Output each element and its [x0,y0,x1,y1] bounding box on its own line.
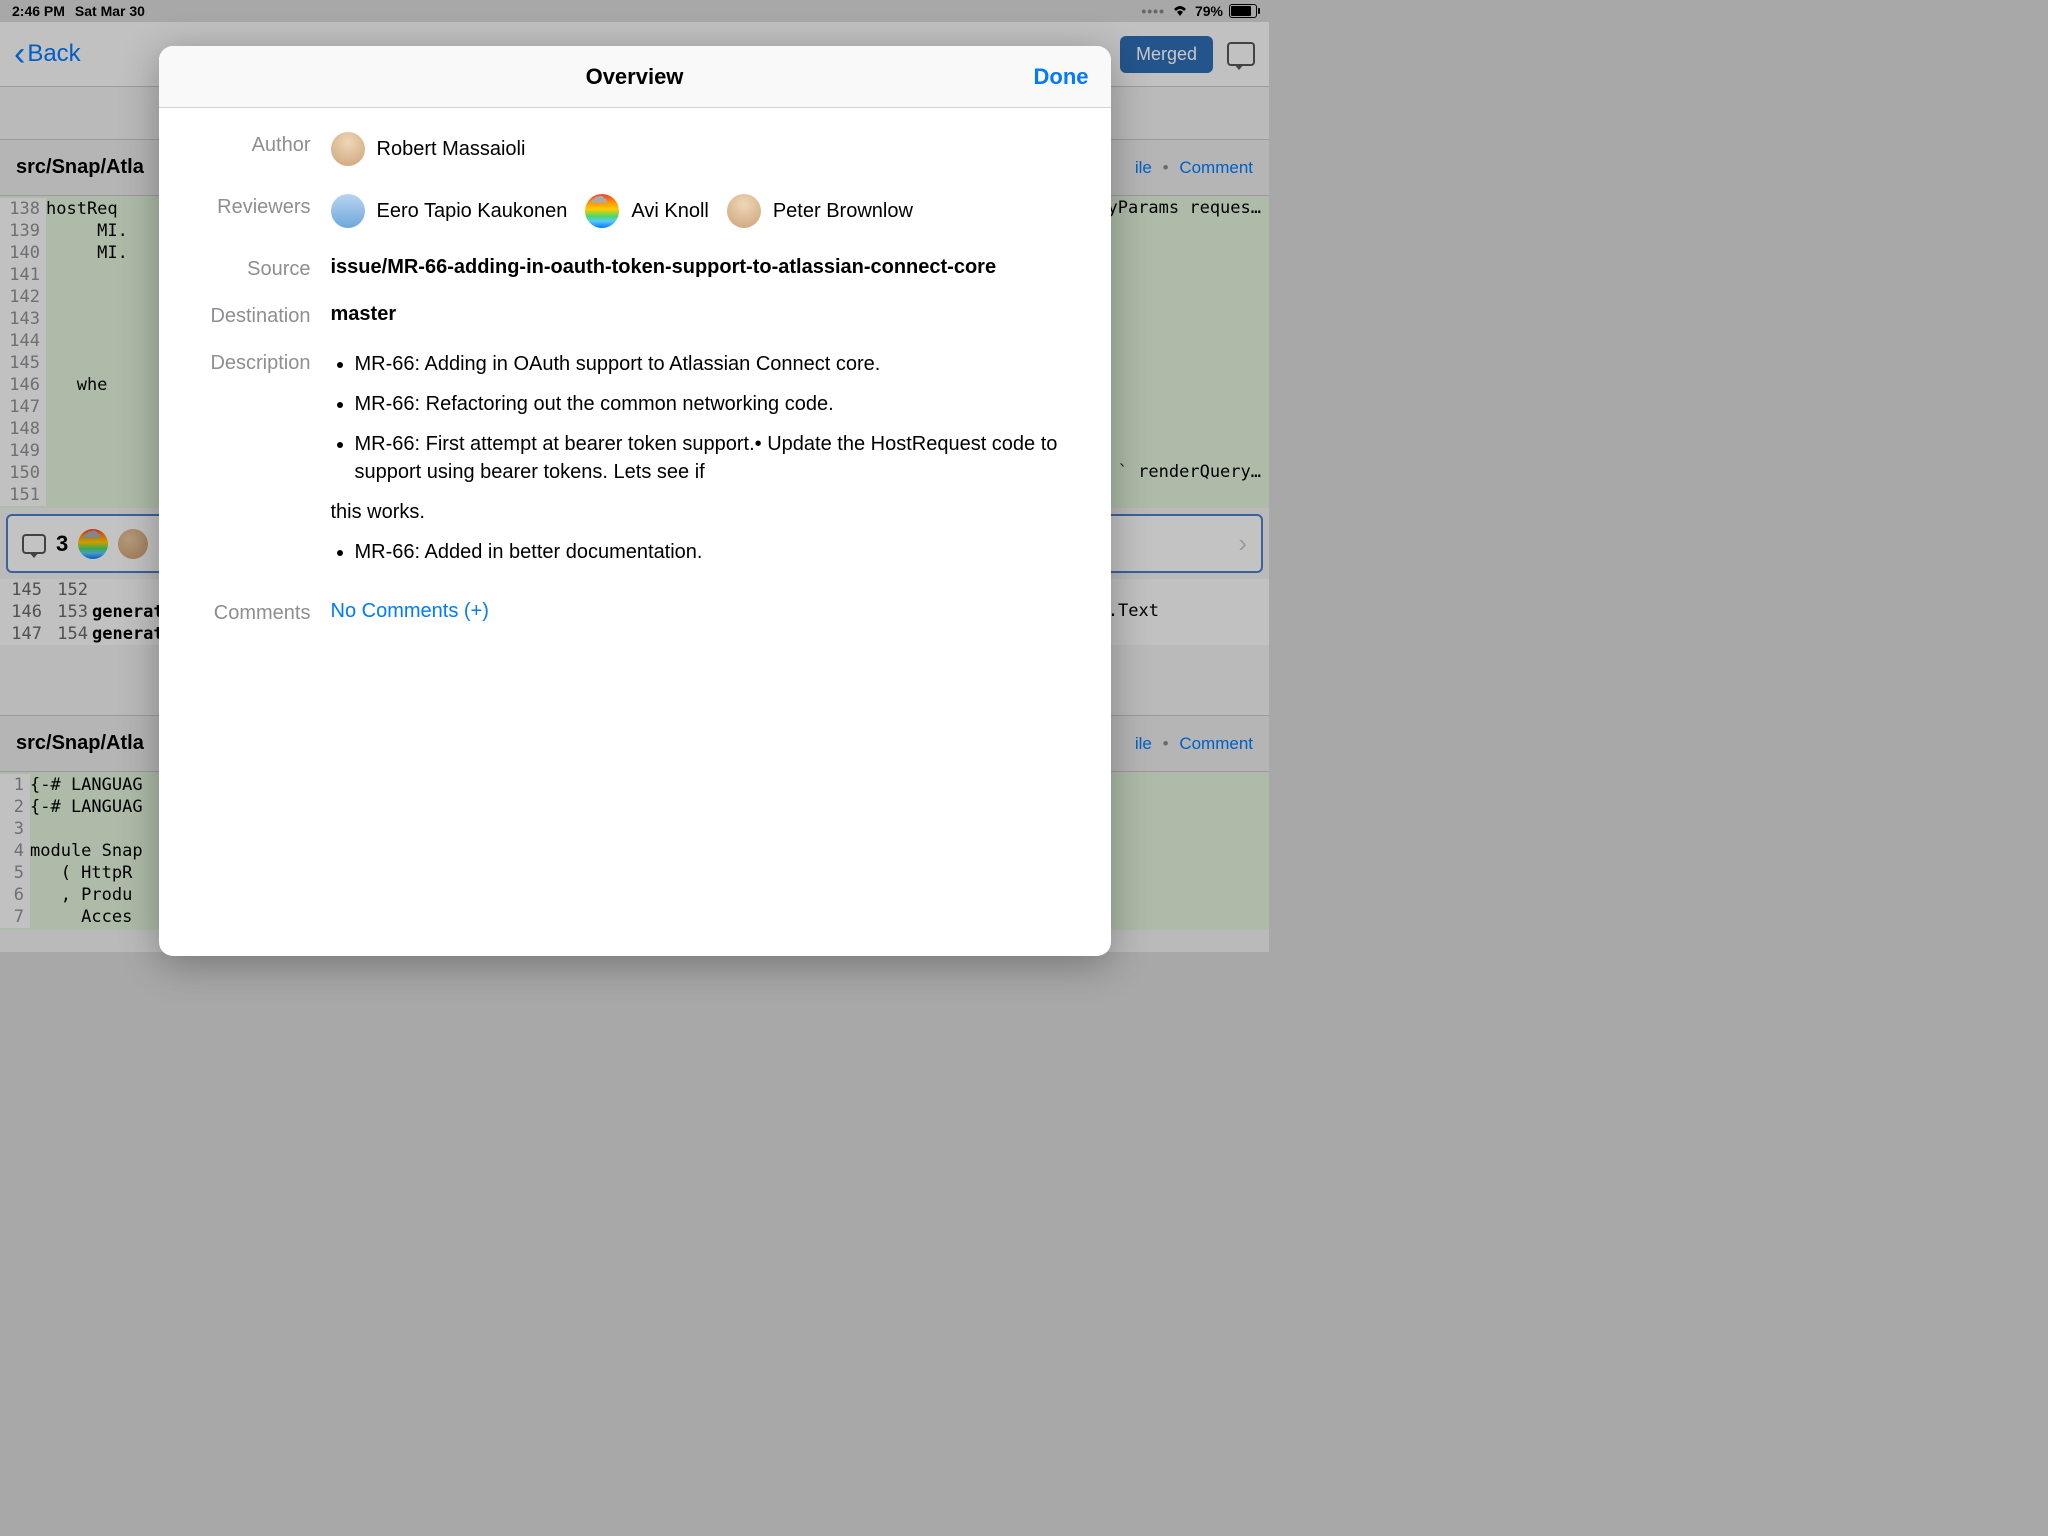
label-author: Author [181,132,331,157]
label-description: Description [181,350,331,375]
avatar-icon [331,194,365,228]
reviewer: Peter Brownlow [727,194,913,228]
avatar-icon [331,132,365,166]
label-destination: Destination [181,303,331,328]
author-name: Robert Massaioli [377,138,526,161]
modal-title: Overview [586,64,684,90]
status-time: 2:46 PM [12,3,65,19]
no-comments-link[interactable]: No Comments (+) [331,600,489,622]
status-date: Sat Mar 30 [75,3,145,19]
modal-backdrop[interactable]: Overview Done Author Robert Massaioli Re… [0,22,1269,952]
battery-icon [1229,4,1257,18]
description-item: MR-66: Refactoring out the common networ… [355,390,1089,418]
wifi-icon [1171,3,1189,20]
cellular-icon: •••• [1141,3,1165,19]
avatar-icon [585,194,619,228]
battery-percent: 79% [1195,3,1223,19]
reviewers-list: Eero Tapio Kaukonen Avi Knoll Peter Brownl… [331,194,1089,234]
description-item: MR-66: Added in better documentation. [355,538,1089,566]
description-value: MR-66: Adding in OAuth support to Atlass… [331,350,1089,578]
overview-modal: Overview Done Author Robert Massaioli Re… [159,46,1111,956]
description-item: MR-66: First attempt at bearer token sup… [355,430,1089,486]
reviewer: Eero Tapio Kaukonen [331,194,568,228]
label-source: Source [181,256,331,281]
modal-header: Overview Done [159,46,1111,108]
avatar-icon [727,194,761,228]
done-button[interactable]: Done [1034,64,1089,90]
description-text: this works. [331,498,1089,526]
description-item: MR-66: Adding in OAuth support to Atlass… [355,350,1089,378]
label-comments: Comments [181,600,331,625]
status-bar: 2:46 PM Sat Mar 30 •••• 79% [0,0,1269,22]
modal-body: Author Robert Massaioli Reviewers Eero T… [159,108,1111,956]
label-reviewers: Reviewers [181,194,331,219]
reviewer: Avi Knoll [585,194,708,228]
source-branch: issue/MR-66-adding-in-oauth-token-suppor… [331,256,1089,279]
destination-branch: master [331,303,1089,326]
